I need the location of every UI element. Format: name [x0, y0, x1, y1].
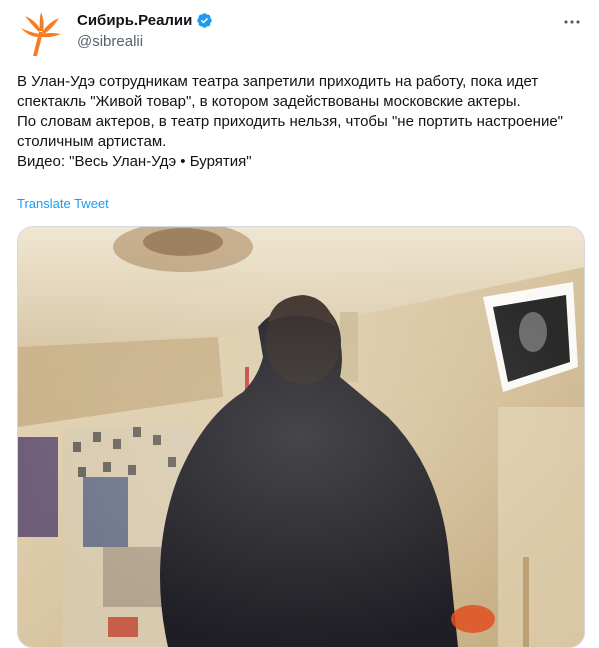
video-frame [18, 227, 584, 647]
tweet-paragraph: В Улан-Удэ сотрудникам театра запретили … [17, 73, 539, 110]
avatar[interactable] [17, 10, 65, 58]
tweet-paragraph: Видео: "Весь Улан-Удэ • Бурятия" [17, 153, 252, 170]
video-media[interactable] [17, 226, 585, 648]
more-options-button[interactable] [562, 12, 582, 32]
rfe-rl-logo-icon [21, 12, 61, 56]
more-dots-icon [564, 20, 580, 24]
display-name[interactable]: Сибирь.Реалии [77, 12, 192, 29]
tweet-text: В Улан-Удэ сотрудникам театра запретили … [17, 72, 582, 172]
handle[interactable]: @sibrealii [77, 33, 143, 50]
tweet-paragraph: По словам актеров, в театр приходить нел… [17, 113, 564, 150]
author-name-row[interactable]: Сибирь.Реалии [77, 12, 213, 29]
translate-tweet-link[interactable]: Translate Tweet [17, 196, 109, 211]
verified-badge-icon [197, 13, 213, 28]
